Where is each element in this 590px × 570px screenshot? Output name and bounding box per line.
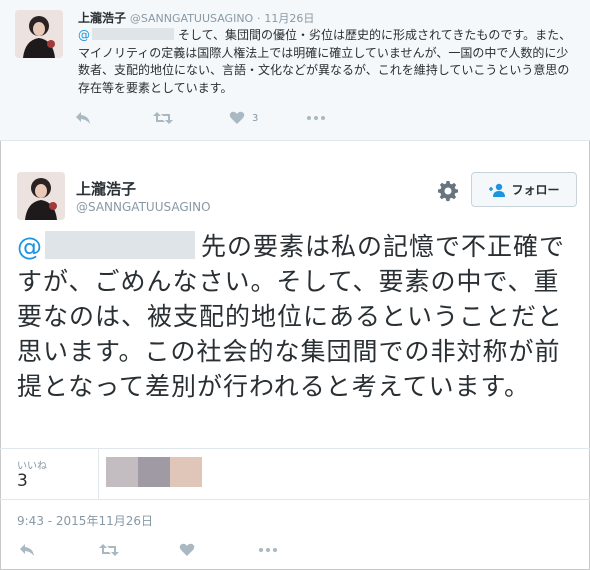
mention-prefix: @: [78, 28, 90, 42]
reply-actions: 3: [75, 111, 325, 125]
retweet-icon: [153, 112, 173, 124]
mention-link[interactable]: @: [17, 231, 201, 261]
liker-avatar[interactable]: [106, 457, 138, 487]
redacted-mention: [92, 28, 174, 40]
author-handle[interactable]: @SANNGATUUSAGINO: [130, 12, 253, 25]
follow-label: フォロー: [511, 183, 560, 197]
more-icon: [259, 548, 277, 552]
reply-button[interactable]: [75, 111, 153, 125]
like-count: 3: [252, 112, 259, 124]
likes-label: いいね: [17, 461, 47, 472]
author-name[interactable]: 上瀧浩子: [78, 11, 126, 25]
heart-icon: [179, 543, 195, 556]
mention-prefix: @: [17, 232, 43, 261]
follow-person-icon: [489, 183, 506, 197]
tweet-timestamp[interactable]: 9:43 - 2015年11月26日: [17, 512, 153, 529]
mention-link[interactable]: @: [78, 28, 178, 42]
author-name[interactable]: 上瀧浩子: [76, 178, 136, 199]
author-handle[interactable]: @SANNGATUUSAGINO: [76, 200, 211, 214]
follow-button[interactable]: フォロー: [471, 172, 577, 207]
tweet-actions: [19, 543, 277, 557]
tweet-date[interactable]: 11月26日: [264, 12, 314, 25]
more-button[interactable]: [307, 116, 325, 120]
more-icon: [307, 116, 325, 120]
heart-icon: [229, 111, 245, 124]
reply-icon: [76, 112, 90, 124]
reply-tweet[interactable]: 上瀧浩子 @SANNGATUUSAGINO · 11月26日 @ そして、集団間の…: [0, 0, 590, 141]
likers-list: [106, 457, 202, 487]
tweet-stats: いいね 3: [0, 448, 590, 500]
like-button[interactable]: [179, 543, 259, 557]
more-button[interactable]: [259, 548, 277, 552]
reply-button[interactable]: [19, 543, 99, 557]
tweet-text: @ 先の要素は私の記憶で不正確ですが、ごめんなさい。そして、要素の中で、重要なのは…: [17, 229, 583, 404]
likes-count[interactable]: 3: [17, 471, 28, 491]
avatar[interactable]: [15, 10, 63, 58]
redacted-mention: [45, 231, 195, 259]
retweet-icon: [99, 544, 119, 556]
retweet-button[interactable]: [153, 111, 229, 125]
gear-icon: [438, 181, 458, 202]
liker-avatar[interactable]: [138, 457, 170, 487]
stats-divider: [98, 449, 99, 499]
liker-avatar[interactable]: [170, 457, 202, 487]
retweet-button[interactable]: [99, 543, 179, 557]
reply-icon: [20, 544, 34, 556]
separator: ·: [257, 12, 261, 25]
reply-text-line1: そして、集団間の優位・劣位は歴史的に形成されてきたもので: [178, 28, 513, 42]
reply-header: 上瀧浩子 @SANNGATUUSAGINO · 11月26日: [78, 9, 314, 26]
settings-button[interactable]: [437, 180, 459, 202]
like-button[interactable]: 3: [229, 111, 307, 125]
reply-text: @ そして、集団間の優位・劣位は歴史的に形成されてきたものです。また、マイノリティ…: [78, 27, 578, 97]
avatar[interactable]: [17, 172, 65, 220]
